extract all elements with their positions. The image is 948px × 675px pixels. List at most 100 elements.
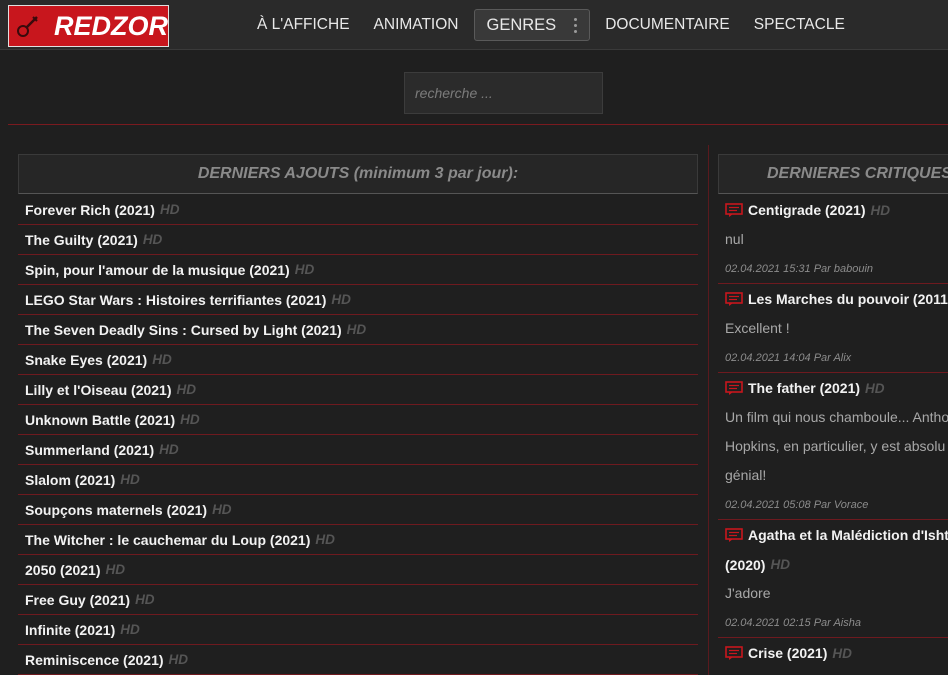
comment-icon <box>725 646 743 660</box>
review-text-line-1: Un film qui nous chamboule... Antho <box>725 409 948 425</box>
hd-badge: HD <box>120 472 140 487</box>
review-meta: 02.04.2021 15:31 Par babouin <box>725 262 874 275</box>
review-meta: 02.04.2021 02:15 Par Aisha <box>725 616 861 629</box>
comment-icon <box>725 381 743 395</box>
review-title-row[interactable]: Les Marches du pouvoir (2011 <box>725 284 948 314</box>
movie-title[interactable]: Summerland (2021) <box>25 442 154 458</box>
top-navigation-bar: REDZOR À L'AFFICHE ANIMATION GENRES DOCU… <box>0 0 948 50</box>
site-logo[interactable]: REDZOR <box>8 5 169 47</box>
comment-icon <box>725 292 743 306</box>
hd-badge: HD <box>870 202 890 218</box>
hd-badge: HD <box>865 380 885 396</box>
list-item[interactable]: LEGO Star Wars : Histoires terrifiantes … <box>18 285 698 315</box>
review-item: Centigrade (2021) HD nul 02.04.2021 15:3… <box>718 195 948 284</box>
review-text-line-3: génial! <box>725 467 767 483</box>
review-movie-title[interactable]: Crise (2021) <box>748 645 827 661</box>
hd-badge: HD <box>770 557 790 572</box>
review-movie-title[interactable]: Agatha et la Malédiction d'Isht <box>748 527 948 543</box>
review-item: The father (2021) HD Un film qui nous ch… <box>718 373 948 520</box>
comment-icon <box>725 203 743 217</box>
review-item: Crise (2021) HD <box>718 638 948 668</box>
movie-title[interactable]: 2050 (2021) <box>25 562 101 578</box>
latest-additions-list: Forever Rich (2021) HD The Guilty (2021) H… <box>18 195 698 675</box>
review-text: nul <box>725 231 744 247</box>
review-title-row[interactable]: Centigrade (2021) HD <box>725 195 948 225</box>
review-title-row[interactable]: Agatha et la Malédiction d'Isht <box>725 520 948 550</box>
latest-reviews-list: Centigrade (2021) HD nul 02.04.2021 15:3… <box>718 195 948 668</box>
hd-badge: HD <box>135 592 155 607</box>
search-input[interactable] <box>404 72 603 114</box>
movie-title[interactable]: Soupçons maternels (2021) <box>25 502 207 518</box>
review-text-line-2: Hopkins, en particulier, y est absolu <box>725 438 946 454</box>
logo-text: REDZOR <box>54 10 168 41</box>
review-text: Excellent ! <box>725 320 790 336</box>
hd-badge: HD <box>294 262 315 277</box>
hd-badge: HD <box>315 532 335 547</box>
movie-title[interactable]: Slalom (2021) <box>25 472 115 488</box>
movie-title[interactable]: LEGO Star Wars : Histoires terrifiantes … <box>25 292 326 308</box>
list-item[interactable]: Unknown Battle (2021) HD <box>18 405 698 435</box>
hd-badge: HD <box>331 292 351 307</box>
hd-badge: HD <box>120 622 140 637</box>
list-item[interactable]: Summerland (2021) HD <box>18 435 698 465</box>
nav-a-laffiche[interactable]: À L'AFFICHE <box>248 9 359 41</box>
review-title-row[interactable]: Crise (2021) HD <box>725 638 948 668</box>
review-movie-year[interactable]: (2020) <box>725 557 765 573</box>
nav-genres-label: GENRES <box>486 16 557 34</box>
review-item: Agatha et la Malédiction d'Isht (2020) H… <box>718 520 948 638</box>
kebab-menu-icon <box>574 17 578 33</box>
hd-badge: HD <box>142 232 163 247</box>
hd-badge: HD <box>168 652 189 667</box>
list-item[interactable]: Lilly et l'Oiseau (2021) HD <box>18 375 698 405</box>
review-text: J'adore <box>725 585 771 601</box>
movie-title[interactable]: Spin, pour l'amour de la musique (2021) <box>25 262 290 278</box>
review-title-row[interactable]: The father (2021) HD <box>725 373 948 403</box>
hd-badge: HD <box>159 202 180 217</box>
movie-title[interactable]: Forever Rich (2021) <box>25 202 155 218</box>
review-meta: 02.04.2021 14:04 Par Alix <box>725 351 852 364</box>
list-item[interactable]: Spin, pour l'amour de la musique (2021) H… <box>18 255 698 285</box>
movie-title[interactable]: Reminiscence (2021) <box>25 652 164 668</box>
list-item[interactable]: 2050 (2021) HD <box>18 555 698 585</box>
review-movie-title[interactable]: Les Marches du pouvoir (2011 <box>748 291 948 307</box>
list-item[interactable]: Reminiscence (2021) HD <box>18 645 698 675</box>
list-item[interactable]: Soupçons maternels (2021) HD <box>18 495 698 525</box>
movie-title[interactable]: The Witcher : le cauchemar du Loup (2021… <box>25 532 310 548</box>
hd-badge: HD <box>152 352 172 367</box>
section-divider <box>8 124 948 125</box>
list-item[interactable]: Slalom (2021) HD <box>18 465 698 495</box>
review-movie-title[interactable]: The father (2021) <box>748 380 860 396</box>
hd-badge: HD <box>105 562 126 577</box>
hd-badge: HD <box>832 645 852 661</box>
list-item[interactable]: The Guilty (2021) HD <box>18 225 698 255</box>
list-item[interactable]: Infinite (2021) HD <box>18 615 698 645</box>
nav-animation[interactable]: ANIMATION <box>365 9 468 41</box>
list-item[interactable]: The Seven Deadly Sins : Cursed by Light … <box>18 315 698 345</box>
movie-title[interactable]: The Seven Deadly Sins : Cursed by Light … <box>25 322 342 338</box>
list-item[interactable]: Snake Eyes (2021) HD <box>18 345 698 375</box>
hd-badge: HD <box>159 442 179 457</box>
movie-title[interactable]: The Guilty (2021) <box>25 232 138 248</box>
hd-badge: HD <box>212 502 232 517</box>
movie-title[interactable]: Snake Eyes (2021) <box>25 352 147 368</box>
movie-title[interactable]: Infinite (2021) <box>25 622 115 638</box>
review-movie-title[interactable]: Centigrade (2021) <box>748 202 865 218</box>
list-item[interactable]: The Witcher : le cauchemar du Loup (2021… <box>18 525 698 555</box>
list-item[interactable]: Forever Rich (2021) HD <box>18 195 698 225</box>
hd-badge: HD <box>176 382 197 397</box>
latest-reviews-heading: DERNIERES CRITIQUES <box>718 154 948 194</box>
nav-documentaire[interactable]: DOCUMENTAIRE <box>596 9 739 41</box>
nav-genres-dropdown[interactable]: GENRES <box>473 9 591 41</box>
main-nav: À L'AFFICHE ANIMATION GENRES DOCUMENTAIR… <box>248 9 860 41</box>
film-reel-icon <box>9 6 46 46</box>
movie-title[interactable]: Free Guy (2021) <box>25 592 130 608</box>
hd-badge: HD <box>346 322 367 337</box>
movie-title[interactable]: Unknown Battle (2021) <box>25 412 175 428</box>
nav-spectacle[interactable]: SPECTACLE <box>745 9 854 41</box>
list-item[interactable]: Free Guy (2021) HD <box>18 585 698 615</box>
latest-additions-heading: DERNIERS AJOUTS (minimum 3 par jour): <box>18 154 698 194</box>
review-title-row-2[interactable]: (2020) HD <box>725 550 948 579</box>
movie-title[interactable]: Lilly et l'Oiseau (2021) <box>25 382 172 398</box>
review-item: Les Marches du pouvoir (2011 Excellent !… <box>718 284 948 373</box>
column-divider <box>708 145 709 675</box>
